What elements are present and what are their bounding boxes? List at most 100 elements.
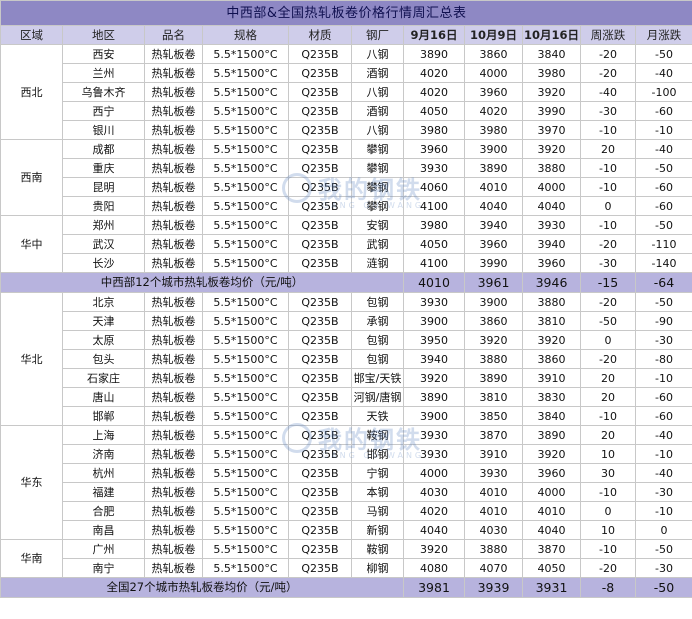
month-change-cell: -30 [635, 482, 692, 502]
product-cell: 热轧板卷 [144, 311, 203, 331]
table-row: 杭州 热轧板卷 5.5*1500°C Q235B 宁钢 4000 3930 3960 30 -40 [1, 463, 692, 483]
mill-cell: 八钢 [351, 44, 404, 64]
material-cell: Q235B [288, 82, 352, 102]
header-city: 地区 [62, 25, 145, 45]
mill-cell: 八钢 [351, 82, 404, 102]
header-row: 区域 地区 品名 规格 材质 钢厂 9月16日 10月9日 10月16日 周涨跌… [0, 25, 692, 45]
week-change-cell: -10 [580, 177, 636, 197]
price-cell-2: 4010 [464, 501, 523, 521]
table-title: 中西部&全国热轧板卷价格行情周汇总表 [0, 0, 692, 26]
product-cell: 热轧板卷 [144, 387, 203, 407]
city-cell: 太原 [62, 330, 145, 350]
price-cell-3: 3920 [522, 330, 581, 350]
city-cell: 广州 [62, 539, 145, 559]
spec-cell: 5.5*1500°C [202, 311, 289, 331]
price-cell-1: 4080 [403, 558, 465, 578]
mill-cell: 包钢 [351, 292, 404, 312]
week-change-cell: -20 [580, 63, 636, 83]
material-cell: Q235B [288, 158, 352, 178]
average-price-2: 3961 [464, 272, 523, 293]
mill-cell: 天铁 [351, 406, 404, 426]
region-cell: 华中 [0, 215, 63, 273]
product-cell: 热轧板卷 [144, 425, 203, 445]
city-cell: 包头 [62, 349, 145, 369]
spec-cell: 5.5*1500°C [202, 158, 289, 178]
price-cell-2: 3850 [464, 406, 523, 426]
spec-cell: 5.5*1500°C [202, 463, 289, 483]
average-label: 全国27个城市热轧板卷均价（元/吨） [0, 577, 404, 598]
material-cell: Q235B [288, 196, 352, 216]
price-cell-3: 3830 [522, 387, 581, 407]
material-cell: Q235B [288, 234, 352, 254]
material-cell: Q235B [288, 406, 352, 426]
price-cell-2: 3920 [464, 330, 523, 350]
table-row: 兰州 热轧板卷 5.5*1500°C Q235B 酒钢 4020 4000 3980 -20 -4… [1, 63, 692, 83]
price-cell-1: 3930 [403, 158, 465, 178]
week-change-cell: -50 [580, 311, 636, 331]
material-cell: Q235B [288, 215, 352, 235]
material-cell: Q235B [288, 253, 352, 273]
spec-cell: 5.5*1500°C [202, 539, 289, 559]
table-row: 南昌 热轧板卷 5.5*1500°C Q235B 新钢 4040 4030 4040 10 0 [1, 520, 692, 540]
mill-cell: 邯宝/天铁 [351, 368, 404, 388]
price-cell-3: 3920 [522, 139, 581, 159]
month-change-cell: -40 [635, 139, 692, 159]
product-cell: 热轧板卷 [144, 120, 203, 140]
material-cell: Q235B [288, 330, 352, 350]
average-row: 全国27个城市热轧板卷均价（元/吨） 3981 3939 3931 -8 -50 [0, 577, 692, 598]
material-cell: Q235B [288, 63, 352, 83]
table-row: 乌鲁木齐 热轧板卷 5.5*1500°C Q235B 八钢 4020 3960 3920 -40… [1, 82, 692, 102]
price-cell-1: 4020 [403, 501, 465, 521]
table-row: 福建 热轧板卷 5.5*1500°C Q235B 本钢 4030 4010 4000 -10 -3… [1, 482, 692, 502]
table-row: 华南 广州 热轧板卷 5.5*1500°C Q235B 鞍钢 3920 3880 3870 -10… [0, 539, 692, 578]
month-change-cell: -10 [635, 120, 692, 140]
table-row: 济南 热轧板卷 5.5*1500°C Q235B 邯钢 3930 3910 3920 10 -10 [1, 444, 692, 464]
product-cell: 热轧板卷 [144, 292, 203, 312]
price-cell-3: 3970 [522, 120, 581, 140]
month-change-cell: -30 [635, 330, 692, 350]
month-change-cell: -60 [635, 177, 692, 197]
price-cell-3: 3890 [522, 425, 581, 445]
city-cell: 南宁 [62, 558, 145, 578]
price-cell-1: 4100 [403, 196, 465, 216]
spec-cell: 5.5*1500°C [202, 368, 289, 388]
header-product: 品名 [144, 25, 203, 45]
mill-cell: 邯钢 [351, 444, 404, 464]
month-change-cell: -90 [635, 311, 692, 331]
week-change-cell: 20 [580, 387, 636, 407]
city-cell: 西安 [62, 44, 145, 64]
city-cell: 重庆 [62, 158, 145, 178]
header-region: 区域 [0, 25, 63, 45]
table-row: 天津 热轧板卷 5.5*1500°C Q235B 承钢 3900 3860 3810 -50 -9… [1, 311, 692, 331]
mill-cell: 酒钢 [351, 101, 404, 121]
week-change-cell: 10 [580, 444, 636, 464]
spec-cell: 5.5*1500°C [202, 234, 289, 254]
price-summary-sheet: 中西部&全国热轧板卷价格行情周汇总表 区域 地区 品名 规格 材质 钢厂 9月1… [0, 0, 692, 619]
table-row: 南宁 热轧板卷 5.5*1500°C Q235B 柳钢 4080 4070 4050 -20 -3… [1, 558, 692, 578]
month-change-cell: -40 [635, 425, 692, 445]
material-cell: Q235B [288, 520, 352, 540]
average-row: 中西部12个城市热轧板卷均价（元/吨） 4010 3961 3946 -15 -64 [0, 272, 692, 293]
product-cell: 热轧板卷 [144, 158, 203, 178]
month-change-cell: -10 [635, 368, 692, 388]
average-price-3: 3931 [522, 577, 581, 598]
price-cell-1: 3930 [403, 292, 465, 312]
week-change-cell: -10 [580, 482, 636, 502]
product-cell: 热轧板卷 [144, 101, 203, 121]
average-week-change: -8 [580, 577, 636, 598]
header-month-change: 月涨跌 [635, 25, 692, 45]
table-row: 重庆 热轧板卷 5.5*1500°C Q235B 攀钢 3930 3890 3880 -10 -5… [1, 158, 692, 178]
week-change-cell: -30 [580, 101, 636, 121]
city-cell: 长沙 [62, 253, 145, 273]
city-cell: 西宁 [62, 101, 145, 121]
price-cell-1: 3920 [403, 539, 465, 559]
header-material: 材质 [288, 25, 352, 45]
month-change-cell: -110 [635, 234, 692, 254]
price-cell-2: 3870 [464, 425, 523, 445]
mill-cell: 新钢 [351, 520, 404, 540]
city-cell: 武汉 [62, 234, 145, 254]
week-change-cell: -20 [580, 349, 636, 369]
average-price-3: 3946 [522, 272, 581, 293]
product-cell: 热轧板卷 [144, 44, 203, 64]
price-cell-3: 3990 [522, 101, 581, 121]
